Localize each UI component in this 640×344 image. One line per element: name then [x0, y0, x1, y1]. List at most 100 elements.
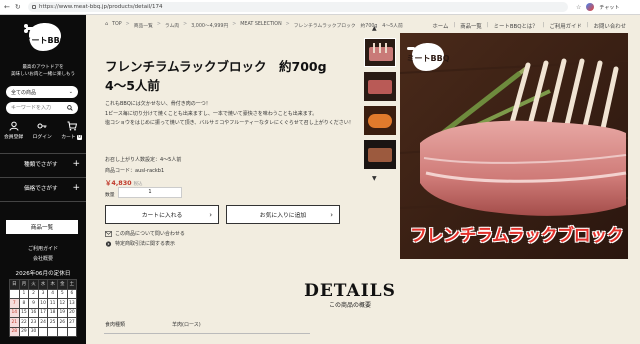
calendar-day: 25	[47, 317, 58, 328]
inquiry-label: この商品について問い合わせる	[115, 231, 185, 237]
mail-icon	[105, 230, 112, 237]
nav-guide[interactable]: ご利用ガイド	[549, 22, 581, 30]
add-to-cart-button[interactable]: カートに入れる ›	[105, 205, 219, 224]
browser-nav: ← ↻	[0, 3, 26, 11]
quantity-label: 数量	[105, 193, 115, 198]
chevron-down-icon[interactable]: ▼	[372, 175, 377, 182]
calendar-day: 15	[18, 307, 30, 318]
nav-home[interactable]: ホーム	[432, 22, 448, 30]
product-main-image[interactable]: ミートBBQ フレンチラムラックブロック	[400, 33, 628, 259]
breadcrumb-item[interactable]: 3,000〜4,999円	[191, 22, 228, 29]
divider	[0, 201, 86, 202]
calendar-day: 20	[66, 307, 78, 318]
law-link[interactable]: 特定商取引法に関する表示	[105, 240, 175, 247]
chat-button[interactable]: チャット	[599, 4, 619, 11]
calendar-empty-cell	[37, 326, 49, 337]
address-bar[interactable]: https://www.meat-bbq.jp/products/detail/…	[28, 2, 568, 12]
calendar-day: 21	[9, 317, 20, 328]
search-icon[interactable]	[67, 105, 73, 111]
calendar-day: 24	[37, 317, 49, 328]
register-button[interactable]: 会員登録	[4, 121, 23, 140]
breadcrumb: ⌂ TOP > 商品一覧 > ラム肉 > 3,000〜4,999円 > MEAT SEL…	[105, 22, 403, 29]
breadcrumb-item[interactable]: 商品一覧	[134, 22, 153, 29]
reload-icon[interactable]: ↻	[15, 3, 21, 11]
guide-link[interactable]: ご利用ガイド	[0, 245, 86, 252]
filter-by-type[interactable]: 種類でさがす +	[0, 153, 86, 173]
nav-about[interactable]: ミートBBQとは？	[494, 22, 538, 30]
calendar-empty-cell	[47, 326, 58, 337]
details-heading: DETAILS	[304, 281, 396, 301]
browser-toolbar: ← ↻ https://www.meat-bbq.jp/products/det…	[0, 0, 640, 15]
product-title: フレンチラムラックブロック 約700g 4〜5人前	[105, 57, 360, 95]
nav-products[interactable]: 商品一覧	[460, 22, 482, 30]
calendar-day: 27	[66, 317, 78, 328]
calendar-day: 16	[28, 307, 39, 318]
calendar-day: 28	[9, 326, 20, 337]
star-icon[interactable]: ☆	[576, 4, 581, 11]
thumbnail[interactable]	[364, 72, 396, 101]
breadcrumb-item[interactable]: ラム肉	[165, 22, 179, 29]
product-title-line-2: 4〜5人前	[105, 78, 160, 93]
back-icon[interactable]: ←	[4, 3, 10, 11]
tagline-line-2: 美味しいお肉と一緒に楽しもう	[10, 72, 76, 77]
filter-by-price[interactable]: 価格でさがす +	[0, 177, 86, 197]
cart-button[interactable]: カート 0	[61, 121, 82, 140]
search-field[interactable]	[6, 102, 78, 114]
description-line: 塩コショウをはじめに振って焼いて頂き、バルサミコやフルーティーなタレにくぐらせて…	[105, 120, 354, 127]
quantity-input[interactable]: 1	[118, 187, 182, 198]
spec-value: 羊肉(ロース)	[172, 322, 201, 328]
url-text: https://www.meat-bbq.jp/products/detail/…	[39, 4, 163, 10]
nav-contact[interactable]: お問い合わせ	[594, 22, 626, 30]
calendar-day: 14	[9, 307, 20, 318]
arrow-right-circle-icon	[105, 240, 112, 247]
plus-icon: +	[72, 182, 80, 193]
product-code: 商品コード：ausl-rackb1	[105, 168, 165, 174]
chevron-right-icon: ›	[209, 210, 212, 219]
login-button[interactable]: ログイン	[33, 121, 52, 140]
product-title-line-1: フレンチラムラックブロック 約700g	[105, 59, 327, 74]
product-list-button[interactable]: 商品一覧	[6, 220, 78, 234]
company-link[interactable]: 会社概要	[0, 255, 86, 262]
calendar-day: 17	[37, 307, 49, 318]
chevron-down-icon: ⌄	[68, 89, 73, 95]
breadcrumb-item[interactable]: TOP	[112, 22, 122, 29]
breadcrumb-current: フレンチラムラックブロック 約700g 4〜5人前	[293, 24, 403, 29]
top-nav: ホーム | 商品一覧 | ミートBBQとは？ | ご利用ガイド | お問い合わせ	[432, 22, 626, 30]
add-to-favorite-button[interactable]: お気に入りに追加 ›	[226, 205, 340, 224]
home-icon: ⌂	[105, 22, 109, 27]
inquiry-link[interactable]: この商品について問い合わせる	[105, 230, 185, 237]
filter-by-type-label: 種類でさがす	[24, 161, 58, 168]
browser-actions: ☆ チャット	[576, 3, 619, 11]
category-select-value: 全ての商品	[11, 89, 37, 96]
price-value: ￥4,830	[105, 179, 132, 187]
tagline-line-1: 最高のアウトドアを	[22, 65, 64, 70]
thumbnail[interactable]	[364, 140, 396, 169]
cart-icon	[67, 121, 77, 131]
law-label: 特定商取引法に関する表示	[115, 241, 176, 247]
plus-icon: +	[72, 158, 80, 169]
add-to-favorite-label: お気に入りに追加	[259, 213, 307, 219]
image-logo-text: ミートBBQ	[407, 54, 450, 63]
profile-avatar[interactable]	[586, 3, 595, 11]
key-icon	[37, 123, 47, 129]
product-price: ￥4,830 税込	[105, 178, 142, 187]
search-input[interactable]	[11, 105, 65, 111]
calendar-day: 30	[28, 326, 39, 337]
category-select[interactable]: 全ての商品 ⌄	[6, 86, 78, 98]
calendar-day: 23	[28, 317, 39, 328]
chevron-up-icon[interactable]: ▲	[372, 25, 377, 32]
logo-icon[interactable]: ミートBBQ	[23, 21, 65, 57]
thumbnail[interactable]	[364, 38, 396, 67]
details-subheading: この商品の概要	[328, 302, 371, 309]
breadcrumb-item[interactable]: MEAT SELECTION	[240, 22, 281, 29]
filter-by-price-label: 価格でさがす	[24, 185, 58, 192]
user-icon	[9, 121, 19, 131]
cart-label: カート 0	[61, 133, 82, 140]
calendar-day: 29	[18, 326, 30, 337]
calendar-day: 22	[18, 317, 30, 328]
servings-text: お召し上がり人数設定：4〜5人前	[105, 157, 182, 163]
description-line: 1ピース毎に切り分けて焼くことも出来ますし、一本で焼いて豪快さを味わうことも出来…	[105, 110, 318, 117]
login-label: ログイン	[32, 135, 52, 140]
calendar-day: 19	[56, 307, 68, 318]
thumbnail[interactable]	[364, 106, 396, 135]
